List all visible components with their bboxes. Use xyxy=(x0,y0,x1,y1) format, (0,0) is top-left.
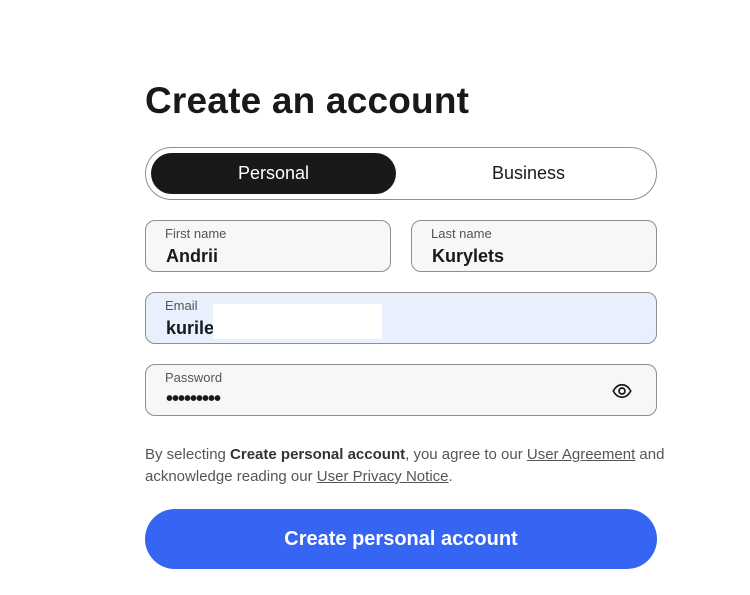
last-name-value[interactable]: Kurylets xyxy=(432,246,504,267)
password-value[interactable]: ••••••••• xyxy=(166,388,221,411)
first-name-value[interactable]: Andrii xyxy=(166,246,218,267)
first-name-field[interactable]: First name Andrii xyxy=(145,220,391,272)
last-name-label: Last name xyxy=(431,226,492,241)
create-account-button[interactable]: Create personal account xyxy=(145,509,657,569)
privacy-notice-link[interactable]: User Privacy Notice xyxy=(317,468,449,485)
email-field[interactable]: Email kurile xyxy=(145,292,657,344)
legal-suffix: . xyxy=(448,468,453,485)
create-account-page: Create an account Personal Business Firs… xyxy=(0,0,750,595)
page-title: Create an account xyxy=(145,80,470,121)
redaction-box xyxy=(213,304,382,339)
legal-action-name: Create personal account xyxy=(230,446,406,463)
email-value[interactable]: kurile xyxy=(166,318,214,339)
password-field[interactable]: Password ••••••••• xyxy=(145,364,657,416)
user-agreement-link[interactable]: User Agreement xyxy=(527,446,635,463)
account-type-toggle: Personal Business xyxy=(145,147,657,200)
legal-notice: By selecting Create personal account, yo… xyxy=(145,444,665,488)
eye-icon[interactable] xyxy=(612,381,632,401)
password-label: Password xyxy=(165,370,223,385)
legal-prefix: By selecting xyxy=(145,446,231,463)
tab-business[interactable]: Business xyxy=(406,153,651,194)
legal-middle: , you agree to our xyxy=(405,446,527,463)
tab-personal[interactable]: Personal xyxy=(151,153,396,194)
email-label: Email xyxy=(165,298,198,313)
first-name-label: First name xyxy=(165,226,227,241)
last-name-field[interactable]: Last name Kurylets xyxy=(411,220,657,272)
